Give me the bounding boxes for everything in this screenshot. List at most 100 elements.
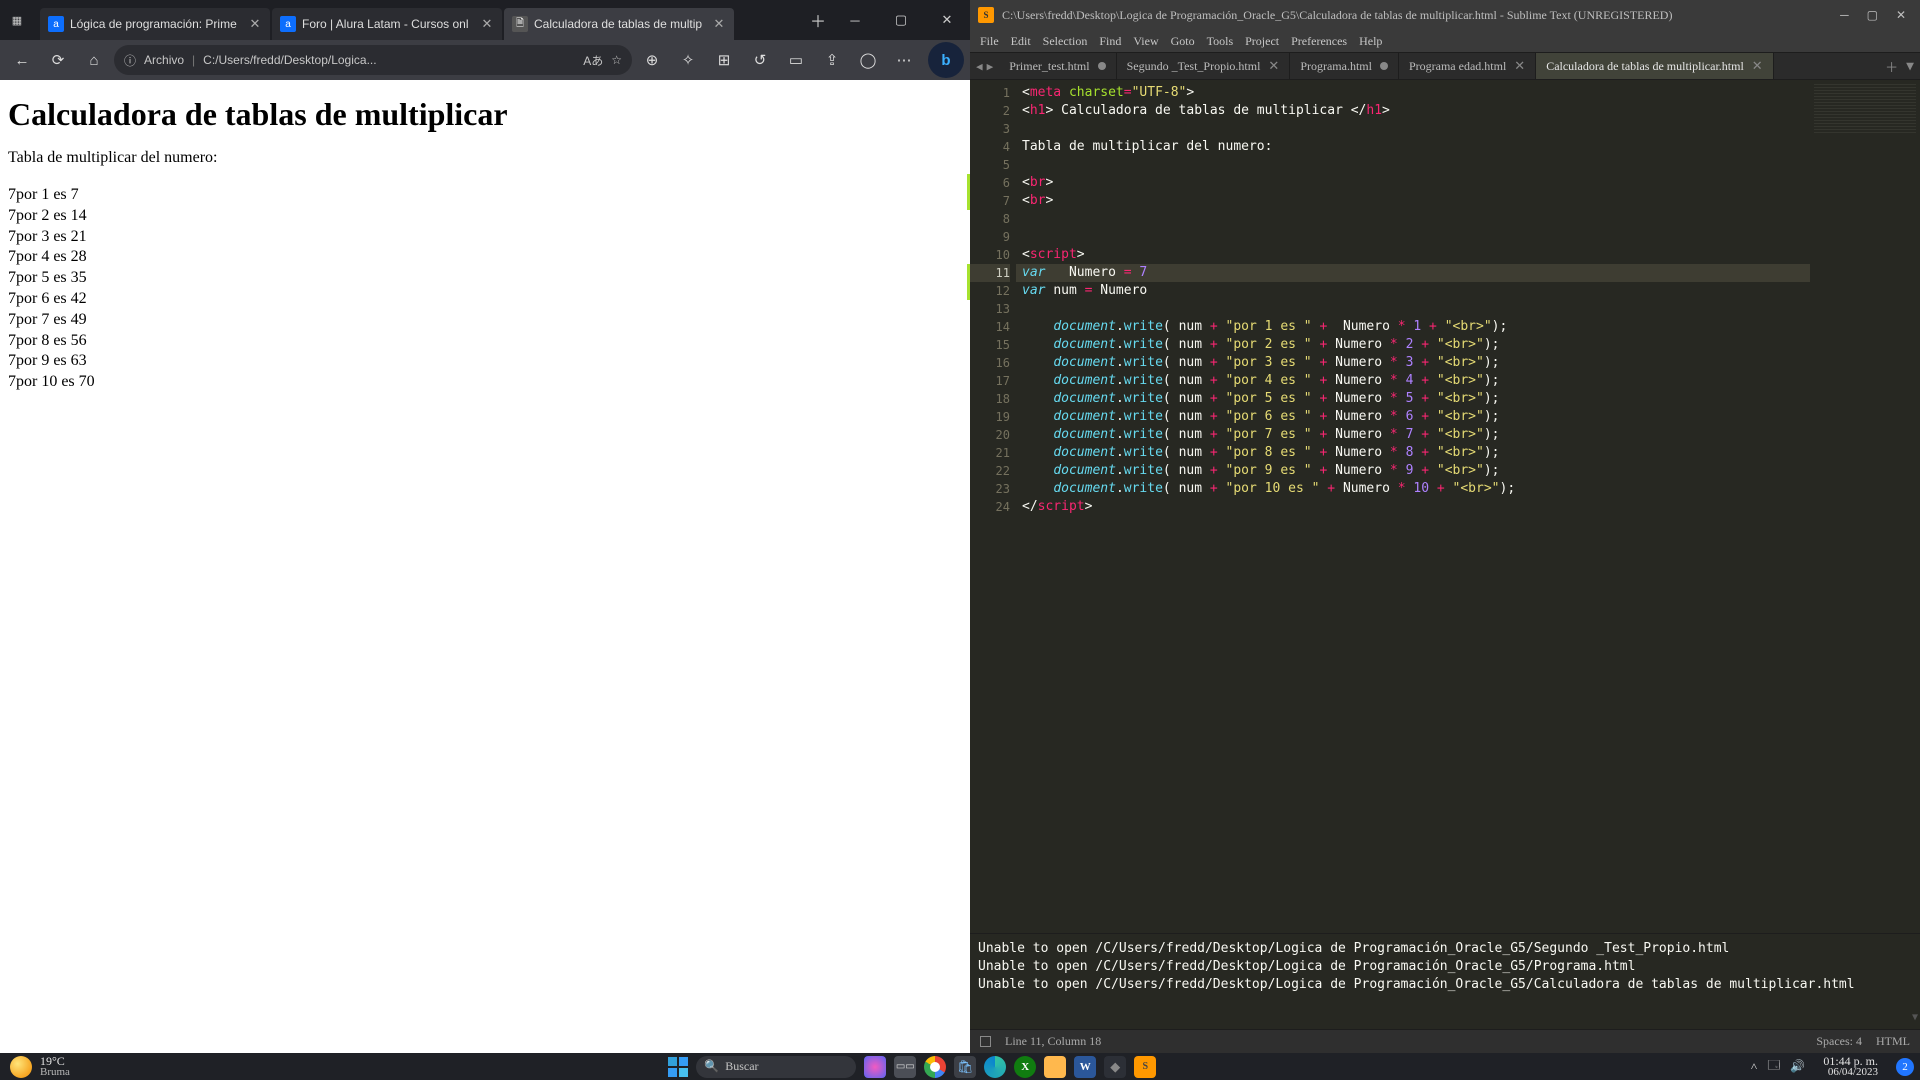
bing-button[interactable]: b <box>928 42 964 78</box>
menu-item[interactable]: Edit <box>1011 34 1031 49</box>
status-position[interactable]: Line 11, Column 18 <box>1005 1034 1101 1049</box>
profile-icon[interactable]: ◯ <box>852 44 884 76</box>
code-line[interactable]: <script> <box>1016 246 1810 264</box>
code-line[interactable]: document.write( num + "por 5 es " + Nume… <box>1016 390 1810 408</box>
console-panel[interactable]: Unable to open /C/Users/fredd/Desktop/Lo… <box>970 933 1920 1029</box>
tab-close-icon[interactable]: ✕ <box>1514 58 1525 74</box>
word-icon[interactable]: W <box>1074 1056 1096 1078</box>
editor-area[interactable]: 123456789101112131415161718192021222324 … <box>970 80 1920 933</box>
code-line[interactable]: document.write( num + "por 7 es " + Nume… <box>1016 426 1810 444</box>
address-bar[interactable]: ⓘ Archivo | C:/Users/fredd/Desktop/Logic… <box>114 45 632 75</box>
chrome-icon[interactable] <box>924 1056 946 1078</box>
close-button[interactable]: ✕ <box>1896 8 1906 23</box>
menu-item[interactable]: Preferences <box>1291 34 1347 49</box>
minimize-button[interactable]: ─ <box>832 0 878 40</box>
code-line[interactable] <box>1016 156 1810 174</box>
new-tab-button[interactable]: ＋ <box>804 0 832 40</box>
new-tab-icon[interactable]: ＋ <box>1885 57 1898 76</box>
code-line[interactable]: </script> <box>1016 498 1810 516</box>
task-view-icon[interactable]: ▭▭ <box>894 1056 916 1078</box>
network-icon[interactable]: 🔊 <box>1790 1059 1805 1074</box>
collections-icon[interactable]: ⊞ <box>708 44 740 76</box>
code-line[interactable]: <h1> Calculadora de tablas de multiplica… <box>1016 102 1810 120</box>
code-line[interactable]: <br> <box>1016 174 1810 192</box>
code-line[interactable]: document.write( num + "por 8 es " + Nume… <box>1016 444 1810 462</box>
status-spaces[interactable]: Spaces: 4 <box>1816 1034 1862 1049</box>
menu-item[interactable]: File <box>980 34 999 49</box>
read-aloud-icon[interactable]: Aあ <box>583 52 603 69</box>
notification-badge[interactable]: 2 <box>1896 1058 1914 1076</box>
clock[interactable]: 01:44 p. m. 06/04/2023 <box>1815 1055 1886 1078</box>
browser-tab[interactable]: aForo | Alura Latam - Cursos onl✕ <box>272 8 502 40</box>
tab-close-icon[interactable]: ✕ <box>248 16 262 32</box>
code-line[interactable]: document.write( num + "por 1 es " + Nume… <box>1016 318 1810 336</box>
refresh-button[interactable]: ⟳ <box>42 44 74 76</box>
xbox-icon[interactable]: X <box>1014 1056 1036 1078</box>
console-scroll-icon[interactable]: ▼ <box>1912 1009 1918 1027</box>
code-line[interactable]: document.write( num + "por 9 es " + Nume… <box>1016 462 1810 480</box>
weather-widget[interactable]: 19°C Bruma <box>0 1055 80 1078</box>
edge-icon[interactable] <box>984 1056 1006 1078</box>
code-line[interactable] <box>1016 228 1810 246</box>
tab-dropdown-icon[interactable]: ▼ <box>1906 59 1914 74</box>
code-line[interactable]: document.write( num + "por 10 es " + Num… <box>1016 480 1810 498</box>
tray-overflow-icon[interactable]: ˄ <box>1751 1059 1758 1074</box>
code-line[interactable]: <br> <box>1016 192 1810 210</box>
code-line[interactable] <box>1016 120 1810 138</box>
sublime-tab[interactable]: Programa.html <box>1290 53 1399 79</box>
extensions-icon[interactable]: ⊕ <box>636 44 668 76</box>
menu-item[interactable]: Tools <box>1207 34 1234 49</box>
tab-next-icon[interactable]: ▶ <box>987 60 994 73</box>
favorites-icon[interactable]: ✧ <box>672 44 704 76</box>
code-line[interactable]: document.write( num + "por 4 es " + Nume… <box>1016 372 1810 390</box>
share-icon[interactable]: ⇪ <box>816 44 848 76</box>
taskbar-search[interactable]: 🔍Buscar <box>696 1056 856 1078</box>
sublime-tab[interactable]: Segundo _Test_Propio.html✕ <box>1117 53 1291 79</box>
explorer-icon[interactable] <box>1044 1056 1066 1078</box>
minimap[interactable] <box>1810 80 1920 933</box>
browser-tab[interactable]: 🗎Calculadora de tablas de multip✕ <box>504 8 734 40</box>
code-line[interactable]: document.write( num + "por 6 es " + Nume… <box>1016 408 1810 426</box>
battery-icon[interactable]: 🗔 <box>1767 1056 1780 1077</box>
code-area[interactable]: <meta charset="UTF-8"><h1> Calculadora d… <box>1016 80 1810 933</box>
code-line[interactable]: var Numero = 7 <box>1016 264 1810 282</box>
browser-tab[interactable]: aLógica de programación: Prime✕ <box>40 8 270 40</box>
code-line[interactable]: document.write( num + "por 2 es " + Nume… <box>1016 336 1810 354</box>
more-icon[interactable]: ⋯ <box>888 44 920 76</box>
sublime-tab[interactable]: Primer_test.html <box>999 53 1116 79</box>
app-icon[interactable]: ▭ <box>780 44 812 76</box>
menu-item[interactable]: Find <box>1099 34 1121 49</box>
sublime-taskbar-icon[interactable]: S <box>1134 1056 1156 1078</box>
code-line[interactable] <box>1016 210 1810 228</box>
maximize-button[interactable]: ▢ <box>878 0 924 40</box>
sublime-tab[interactable]: Calculadora de tablas de multiplicar.htm… <box>1536 53 1774 79</box>
home-button[interactable]: ⌂ <box>78 44 110 76</box>
tab-prev-icon[interactable]: ◀ <box>976 60 983 73</box>
code-line[interactable]: Tabla de multiplicar del numero: <box>1016 138 1810 156</box>
menu-item[interactable]: View <box>1133 34 1158 49</box>
code-line[interactable] <box>1016 300 1810 318</box>
close-button[interactable]: ✕ <box>924 0 970 40</box>
menu-item[interactable]: Goto <box>1171 34 1195 49</box>
code-line[interactable]: <meta charset="UTF-8"> <box>1016 84 1810 102</box>
tab-close-icon[interactable]: ✕ <box>1752 58 1763 74</box>
favorite-icon[interactable]: ☆ <box>611 53 622 67</box>
code-line[interactable]: var num = Numero <box>1016 282 1810 300</box>
store-icon[interactable]: 🛍 <box>954 1056 976 1078</box>
menu-item[interactable]: Project <box>1245 34 1279 49</box>
sublime-tab[interactable]: Programa edad.html✕ <box>1399 53 1536 79</box>
tab-close-icon[interactable]: ✕ <box>1268 58 1279 74</box>
minimize-button[interactable]: ─ <box>1840 8 1849 23</box>
copilot-icon[interactable] <box>864 1056 886 1078</box>
tab-close-icon[interactable]: ✕ <box>480 16 494 32</box>
tab-close-icon[interactable]: ✕ <box>712 16 726 32</box>
status-language[interactable]: HTML <box>1876 1034 1910 1049</box>
menu-item[interactable]: Selection <box>1043 34 1088 49</box>
tab-actions-button[interactable]: ▦ <box>0 0 34 40</box>
back-button[interactable]: ← <box>6 44 38 76</box>
code-line[interactable]: document.write( num + "por 3 es " + Nume… <box>1016 354 1810 372</box>
start-button[interactable] <box>668 1057 688 1077</box>
menu-item[interactable]: Help <box>1359 34 1382 49</box>
status-icon[interactable] <box>980 1036 991 1047</box>
maximize-button[interactable]: ▢ <box>1867 8 1878 23</box>
